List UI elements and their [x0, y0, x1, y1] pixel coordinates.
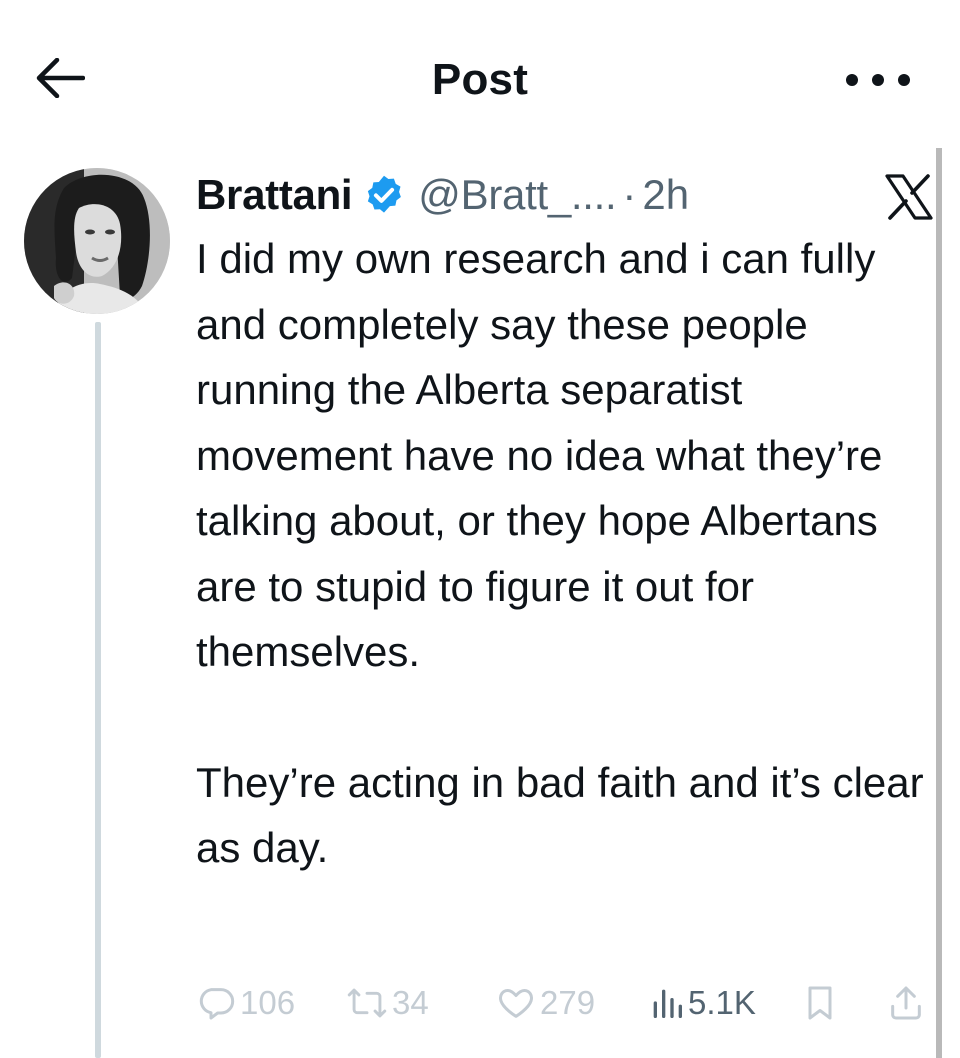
separator: ·: [622, 171, 637, 218]
like-count: 279: [540, 984, 596, 1021]
display-name[interactable]: Brattani: [196, 171, 353, 219]
bookmark-button[interactable]: [800, 978, 840, 1028]
user-handle[interactable]: @Bratt_....: [418, 171, 616, 219]
views-icon: [650, 983, 684, 1023]
repost-count: 34: [392, 984, 429, 1021]
more-horizontal-icon: [846, 74, 858, 86]
verified-badge-icon: [362, 173, 406, 217]
post-paragraph: They’re acting in bad faith and it’s cle…: [196, 758, 924, 872]
more-options-button[interactable]: [846, 56, 910, 104]
post-actions: 106 34 279 5.1K: [196, 978, 936, 1028]
top-app-bar: Post: [0, 0, 960, 140]
reply-icon: [196, 983, 236, 1023]
share-icon: [886, 983, 926, 1023]
x-logo-icon: [882, 172, 936, 222]
post-time[interactable]: 2h: [642, 171, 689, 219]
more-dot: [898, 74, 910, 86]
views-button[interactable]: 5.1K: [650, 978, 756, 1028]
post-header: Brattani @Bratt_.... · 2h: [196, 160, 936, 230]
avatar[interactable]: [24, 168, 170, 314]
reply-button[interactable]: 106: [196, 978, 295, 1028]
reply-count: 106: [240, 984, 296, 1021]
heart-icon: [496, 983, 536, 1023]
repost-button[interactable]: 34: [346, 978, 429, 1028]
more-dot: [872, 74, 884, 86]
post-paragraph: I did my own research and i can fully an…: [196, 235, 883, 675]
views-count: 5.1K: [688, 984, 756, 1021]
page-title: Post: [431, 55, 529, 104]
post[interactable]: Brattani @Bratt_.... · 2h I did my own r…: [196, 160, 936, 881]
post-text: I did my own research and i can fully an…: [196, 226, 926, 881]
repost-icon: [346, 983, 388, 1023]
scroll-edge: [936, 148, 942, 1058]
share-button[interactable]: [886, 978, 926, 1028]
bookmark-icon: [800, 983, 840, 1023]
thread-line: [95, 322, 101, 1058]
like-button[interactable]: 279: [496, 978, 595, 1028]
